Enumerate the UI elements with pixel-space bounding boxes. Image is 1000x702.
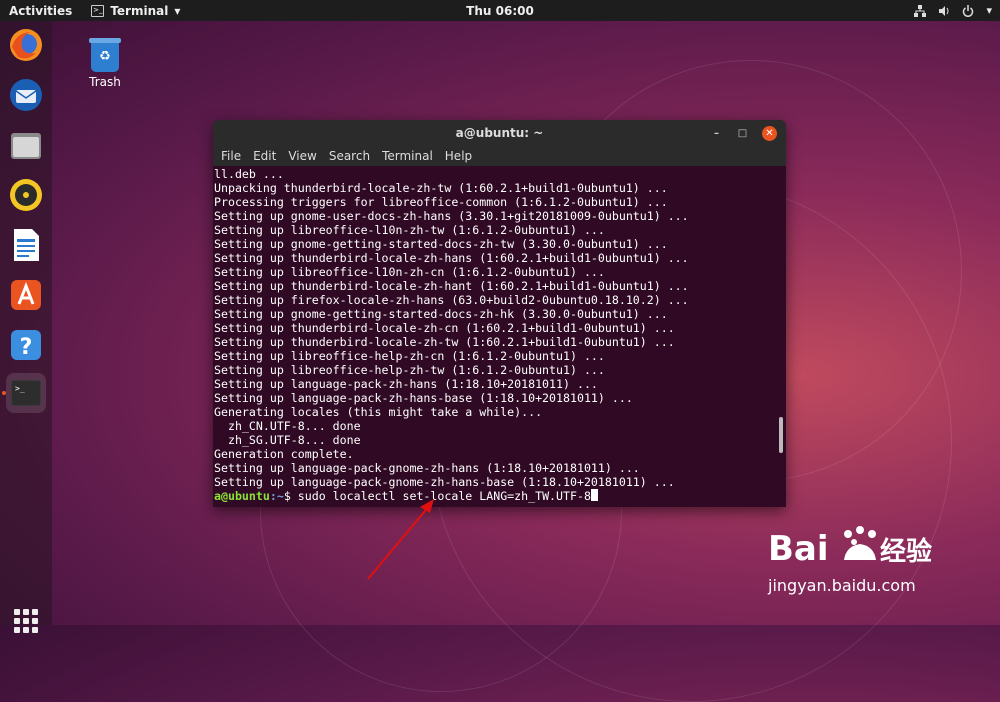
- output-line: Setting up libreoffice-l10n-zh-tw (1:6.1…: [214, 223, 605, 237]
- output-line: Setting up language-pack-gnome-zh-hans (…: [214, 461, 640, 475]
- minimize-button[interactable]: –: [709, 126, 724, 141]
- output-line: Setting up firefox-locale-zh-hans (63.0+…: [214, 293, 689, 307]
- power-icon: [963, 4, 974, 17]
- baidu-watermark: Bai 经验 jingyan.baidu.com: [768, 520, 968, 595]
- prompt-line[interactable]: a@ubuntu:~$ sudo localectl set-locale LA…: [213, 489, 786, 503]
- maximize-button[interactable]: □: [735, 126, 750, 141]
- firefox-icon[interactable]: [6, 25, 46, 65]
- svg-text:>_: >_: [15, 384, 25, 393]
- terminal-output[interactable]: ll.deb ... Unpacking thunderbird-locale-…: [213, 167, 786, 507]
- menu-search[interactable]: Search: [325, 147, 378, 166]
- output-line: Setting up thunderbird-locale-zh-hans (1…: [214, 251, 689, 265]
- rhythmbox-icon[interactable]: [6, 175, 46, 215]
- annotation-arrow: [367, 499, 434, 580]
- libreoffice-writer-icon[interactable]: [6, 225, 46, 265]
- close-button[interactable]: ✕: [762, 126, 777, 141]
- output-line: Setting up gnome-user-docs-zh-hans (3.30…: [214, 209, 689, 223]
- thunderbird-icon[interactable]: [6, 75, 46, 115]
- output-line: Setting up libreoffice-help-zh-tw (1:6.1…: [214, 363, 605, 377]
- help-icon[interactable]: ?: [6, 325, 46, 365]
- app-menu-label: Terminal: [110, 3, 169, 18]
- output-line: zh_SG.UTF-8... done: [214, 433, 361, 447]
- dock: ? >_: [0, 21, 52, 633]
- scrollbar[interactable]: [779, 417, 783, 453]
- watermark-url: jingyan.baidu.com: [768, 576, 916, 595]
- prompt-user: a@ubuntu: [214, 489, 270, 503]
- output-line: Setting up libreoffice-help-zh-cn (1:6.1…: [214, 349, 605, 363]
- chevron-down-icon: ▾: [174, 3, 181, 18]
- output-line: Setting up gnome-getting-started-docs-zh…: [214, 307, 668, 321]
- terminal-menubar: File Edit View Search Terminal Help: [213, 147, 786, 166]
- menu-edit[interactable]: Edit: [249, 147, 284, 166]
- terminal-icon[interactable]: >_: [6, 373, 46, 413]
- show-applications-icon[interactable]: [14, 609, 38, 633]
- output-line: Setting up language-pack-zh-hans (1:18.1…: [214, 377, 598, 391]
- output-line: Setting up gnome-getting-started-docs-zh…: [214, 237, 668, 251]
- menu-view[interactable]: View: [284, 147, 324, 166]
- top-bar: Activities >_ Terminal ▾ Thu 06:00 ▾: [0, 0, 1000, 21]
- output-line: ll.deb ...: [214, 167, 284, 181]
- terminal-small-icon: >_: [91, 4, 105, 17]
- activities-button[interactable]: Activities: [0, 4, 81, 18]
- trash-desktop-icon[interactable]: ♻ Trash: [82, 38, 128, 89]
- output-line: Generation complete.: [214, 447, 354, 461]
- running-indicator: [2, 391, 6, 395]
- app-menu[interactable]: >_ Terminal ▾: [81, 4, 180, 18]
- svg-text:经验: 经验: [880, 536, 932, 567]
- output-line: Setting up language-pack-zh-hans-base (1…: [214, 391, 633, 405]
- output-line: Unpacking thunderbird-locale-zh-tw (1:60…: [214, 181, 668, 195]
- window-titlebar[interactable]: a@ubuntu: ~ – □ ✕: [213, 120, 786, 147]
- output-line: Setting up thunderbird-locale-zh-tw (1:6…: [214, 335, 675, 349]
- output-line: Setting up thunderbird-locale-zh-cn (1:6…: [214, 321, 675, 335]
- trash-label: Trash: [89, 75, 121, 89]
- volume-icon: [939, 5, 949, 16]
- window-title: a@ubuntu: ~: [455, 126, 544, 140]
- menu-help[interactable]: Help: [441, 147, 480, 166]
- ubuntu-software-icon[interactable]: [6, 275, 46, 315]
- output-line: Setting up libreoffice-l10n-zh-cn (1:6.1…: [214, 265, 605, 279]
- prompt-symbol: $: [283, 489, 298, 503]
- trash-icon: ♻: [89, 38, 121, 72]
- text-cursor: [590, 489, 598, 501]
- output-line: Generating locales (this might take a wh…: [214, 405, 543, 419]
- output-line: Setting up language-pack-gnome-zh-hans-b…: [214, 475, 675, 489]
- output-line: Processing triggers for libreoffice-comm…: [214, 195, 668, 209]
- svg-text:Bai: Bai: [768, 529, 829, 568]
- system-tray[interactable]: ▾: [914, 0, 992, 21]
- svg-text:?: ?: [20, 335, 33, 360]
- output-line: Setting up thunderbird-locale-zh-hant (1…: [214, 279, 689, 293]
- menu-file[interactable]: File: [217, 147, 249, 166]
- baidu-logo: Bai 经验: [768, 526, 932, 569]
- prompt-path: :~: [269, 489, 284, 503]
- menu-terminal[interactable]: Terminal: [378, 147, 441, 166]
- files-icon[interactable]: [6, 125, 46, 165]
- terminal-window[interactable]: a@ubuntu: ~ – □ ✕ File Edit View Search …: [213, 120, 786, 507]
- network-icon: [914, 4, 927, 17]
- output-line: zh_CN.UTF-8... done: [214, 419, 361, 433]
- chevron-down-icon: ▾: [986, 4, 992, 17]
